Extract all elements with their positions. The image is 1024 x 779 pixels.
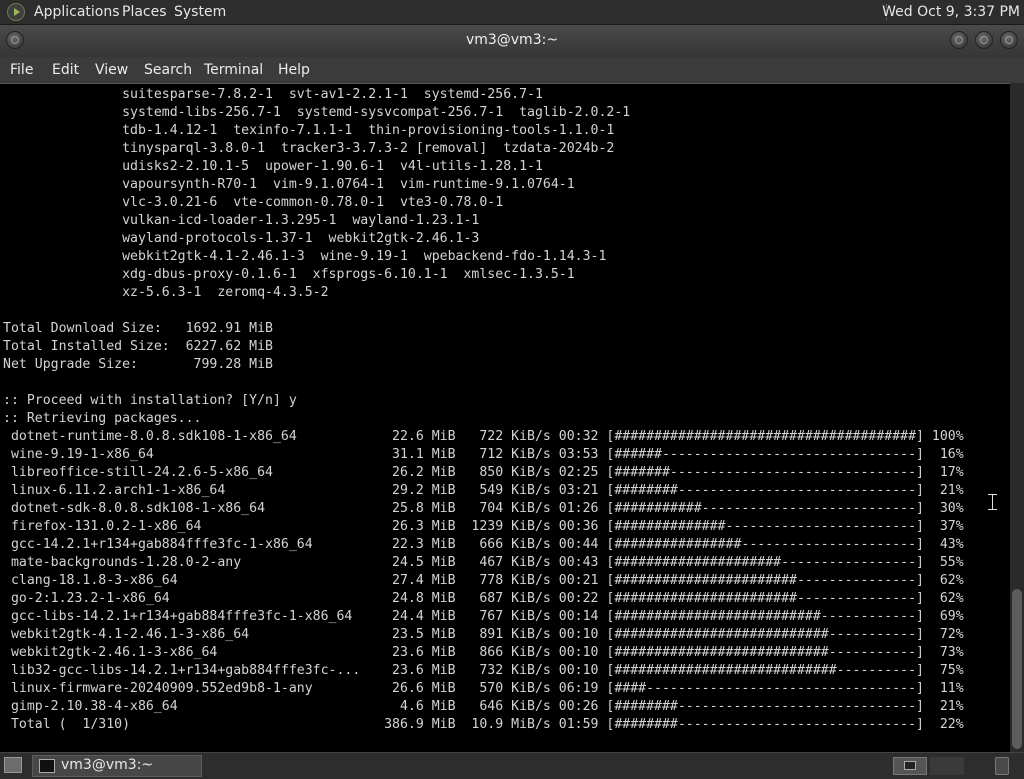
terminal-line: linux-6.11.2.arch1-1-x86_64 29.2 MiB 549… [3,483,964,498]
terminal-line: vulkan-icd-loader-1.3.295-1 wayland-1.23… [3,213,480,228]
terminal-line: xdg-dbus-proxy-0.1.6-1 xfsprogs-6.10.1-1… [3,267,575,282]
workspace-2[interactable] [930,757,964,775]
terminal-line: wayland-protocols-1.37-1 webkit2gtk-2.46… [3,231,480,246]
menu-help[interactable]: Help [278,62,310,78]
terminal-icon [39,759,55,773]
terminal-line: dotnet-runtime-8.0.8.sdk108-1-x86_64 22.… [3,429,964,444]
terminal-output[interactable]: suitesparse-7.8.2-1 svt-av1-2.2.1-1 syst… [0,83,1010,753]
text-cursor-icon [988,494,997,510]
terminal-line: clang-18.1.8-3-x86_64 27.4 MiB 778 KiB/s… [3,573,964,588]
menu-edit[interactable]: Edit [52,62,79,78]
taskbar-label: vm3@vm3:~ [61,757,154,773]
terminal-line: Net Upgrade Size: 799.28 MiB [3,357,273,372]
terminal-line: tdb-1.4.12-1 texinfo-7.1.1-1 thin-provis… [3,123,615,138]
show-desktop-icon[interactable] [4,757,22,773]
workspace-switcher-icon [904,761,916,770]
terminal-line: gcc-14.2.1+r134+gab884fffe3fc-1-x86_64 2… [3,537,964,552]
terminal-line: Total ( 1/310) 386.9 MiB 10.9 MiB/s 01:5… [3,717,964,732]
taskbar-terminal-button[interactable]: vm3@vm3:~ [32,755,202,777]
menu-view[interactable]: View [95,62,128,78]
menu-places[interactable]: Places [122,4,167,20]
menu-system[interactable]: System [174,4,226,20]
top-panel: Applications Places System Wed Oct 9, 3:… [0,0,1024,25]
scrollbar-thumb[interactable] [1012,589,1022,749]
terminal-line: Total Download Size: 1692.91 MiB [3,321,273,336]
terminal-line: wine-9.19-1-x86_64 31.1 MiB 712 KiB/s 03… [3,447,964,462]
maximize-button[interactable] [975,31,993,49]
terminal-line: linux-firmware-20240909.552ed9b8-1-any 2… [3,681,964,696]
workspace-1[interactable] [893,757,927,775]
menu-file[interactable]: File [10,62,33,78]
terminal-line: webkit2gtk-4.1-2.46.1-3-x86_64 23.5 MiB … [3,627,964,642]
terminal-line: mate-backgrounds-1.28.0-2-any 24.5 MiB 4… [3,555,964,570]
terminal-line: libreoffice-still-24.2.6-5-x86_64 26.2 M… [3,465,964,480]
terminal-line: webkit2gtk-4.1-2.46.1-3 wine-9.19-1 wpeb… [3,249,607,264]
terminal-text: suitesparse-7.8.2-1 svt-av1-2.2.1-1 syst… [3,86,964,734]
terminal-line: gcc-libs-14.2.1+r134+gab884fffe3fc-1-x86… [3,609,964,624]
menu-applications[interactable]: Applications [34,4,120,20]
terminal-line: Total Installed Size: 6227.62 MiB [3,339,273,354]
terminal-line: go-2:1.23.2-1-x86_64 24.8 MiB 687 KiB/s … [3,591,964,606]
terminal-line: firefox-131.0.2-1-x86_64 26.3 MiB 1239 K… [3,519,964,534]
window-title: vm3@vm3:~ [465,32,559,48]
terminal-line: udisks2-2.10.1-5 upower-1.90.6-1 v4l-uti… [3,159,543,174]
trash-icon[interactable] [995,757,1009,775]
terminal-line: dotnet-sdk-8.0.8.sdk108-1-x86_64 25.8 Mi… [3,501,964,516]
menu-terminal[interactable]: Terminal [204,62,263,78]
clock[interactable]: Wed Oct 9, 3:37 PM [882,4,1020,20]
terminal-line: systemd-libs-256.7-1 systemd-sysvcompat-… [3,105,631,120]
menu-search[interactable]: Search [144,62,192,78]
terminal-line: xz-5.6.3-1 zeromq-4.3.5-2 [3,285,329,300]
terminal-line: vlc-3.0.21-6 vte-common-0.78.0-1 vte3-0.… [3,195,504,210]
bottom-panel: vm3@vm3:~ [0,752,1024,779]
minimize-button[interactable] [950,31,968,49]
terminal-line: lib32-gcc-libs-14.2.1+r134+gab884fffe3fc… [3,663,964,678]
terminal-line: suitesparse-7.8.2-1 svt-av1-2.2.1-1 syst… [3,87,543,102]
terminal-line: :: Retrieving packages... [3,411,202,426]
terminal-line: tinysparql-3.8.0-1 tracker3-3.7.3-2 [rem… [3,141,615,156]
foot-logo-icon[interactable] [7,3,25,21]
close-button[interactable] [1000,31,1018,49]
terminal-line: vapoursynth-R70-1 vim-9.1.0764-1 vim-run… [3,177,575,192]
window-titlebar[interactable]: vm3@vm3:~ [0,25,1024,57]
terminal-line: webkit2gtk-2.46.1-3-x86_64 23.6 MiB 866 … [3,645,964,660]
terminal-scrollbar[interactable] [1010,84,1024,752]
terminal-line: :: Proceed with installation? [Y/n] y [3,393,297,408]
terminal-line: gimp-2.10.38-4-x86_64 4.6 MiB 646 KiB/s … [3,699,964,714]
menubar: File Edit View Search Terminal Help [0,57,1024,83]
